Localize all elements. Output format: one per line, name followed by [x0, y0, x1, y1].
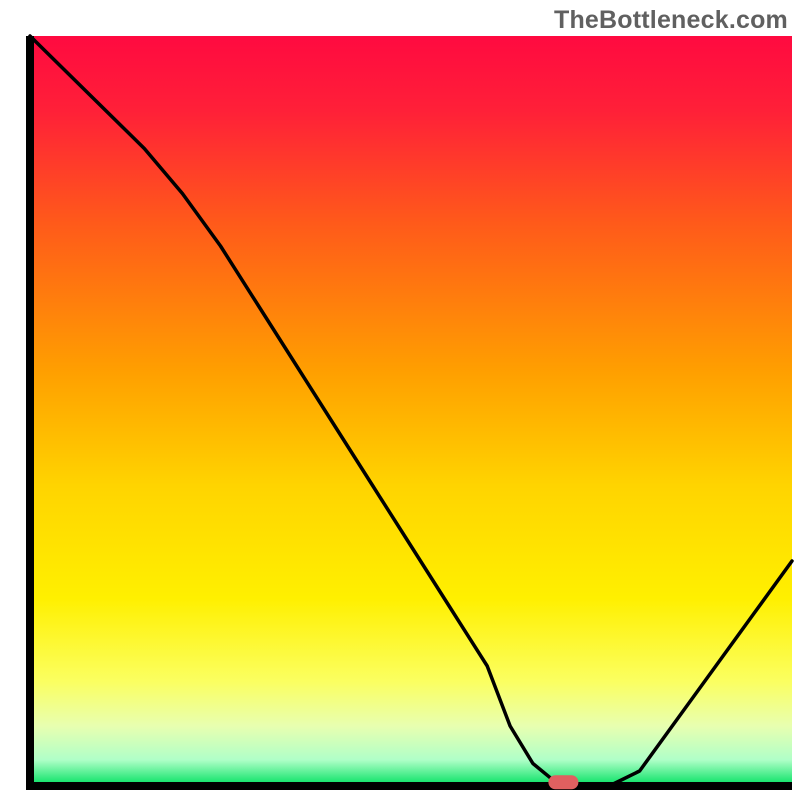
watermark-text: TheBottleneck.com: [554, 6, 788, 35]
chart-container: TheBottleneck.com: [0, 0, 800, 800]
optimal-marker: [548, 775, 578, 789]
bottleneck-chart: [0, 0, 800, 800]
